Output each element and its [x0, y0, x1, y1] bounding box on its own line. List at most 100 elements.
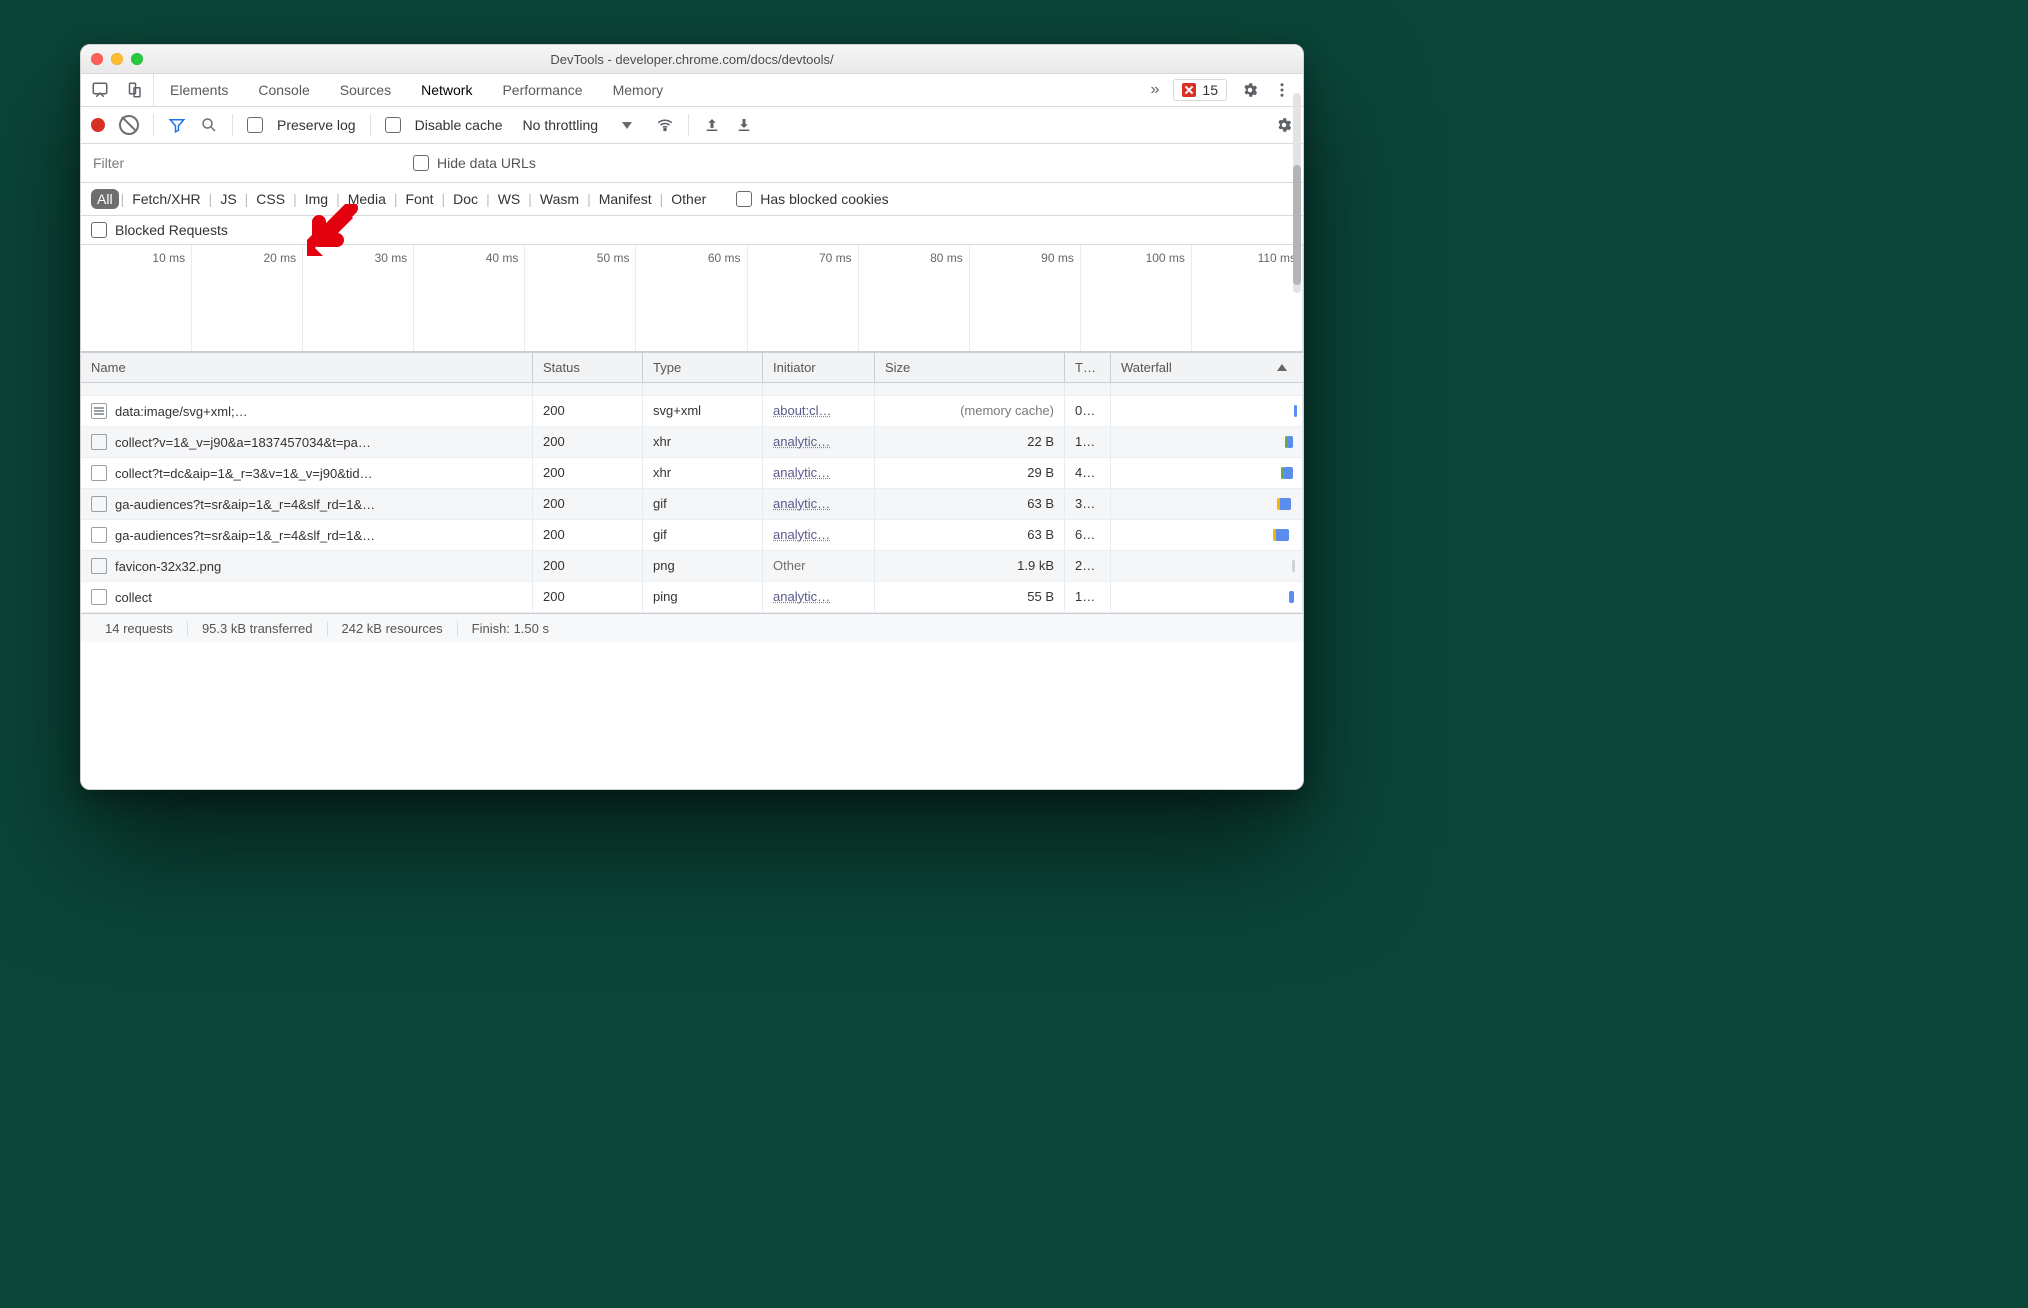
filter-input[interactable]	[91, 150, 355, 176]
table-row[interactable]: collect200pinganalytic…55 B1…	[81, 582, 1303, 613]
col-time[interactable]: T…	[1065, 353, 1111, 382]
table-row[interactable]: ga-audiences?t=sr&aip=1&_r=4&slf_rd=1&…2…	[81, 489, 1303, 520]
settings-gear-icon[interactable]	[1241, 81, 1259, 99]
has-blocked-cookies-label: Has blocked cookies	[760, 191, 888, 207]
has-blocked-cookies-checkbox[interactable]	[736, 191, 752, 207]
cell-time: 2…	[1065, 551, 1111, 581]
import-har-icon[interactable]	[703, 116, 721, 134]
table-row[interactable]: collect?t=dc&aip=1&_r=3&v=1&_v=j90&tid…2…	[81, 458, 1303, 489]
blocked-requests-bar: Blocked Requests	[81, 216, 1303, 245]
col-size[interactable]: Size	[875, 353, 1065, 382]
disable-cache-checkbox[interactable]	[385, 117, 401, 133]
type-chip-other[interactable]: Other	[665, 189, 712, 209]
type-filters: All|Fetch/XHR|JS|CSS|Img|Media|Font|Doc|…	[81, 183, 1303, 216]
col-waterfall[interactable]: Waterfall	[1111, 353, 1303, 382]
tab-performance[interactable]: Performance	[500, 76, 584, 104]
col-initiator[interactable]: Initiator	[763, 353, 875, 382]
col-name[interactable]: Name	[81, 353, 533, 382]
col-status[interactable]: Status	[533, 353, 643, 382]
tab-console[interactable]: Console	[256, 76, 311, 104]
hide-data-urls-checkbox[interactable]	[413, 155, 429, 171]
cell-size: 1.9 kB	[875, 551, 1065, 581]
cell-time: 4…	[1065, 458, 1111, 488]
cell-initiator[interactable]: analytic…	[773, 465, 830, 480]
cell-time: 6…	[1065, 520, 1111, 550]
tab-memory[interactable]: Memory	[611, 76, 666, 104]
cell-waterfall	[1111, 458, 1303, 488]
partial-row[interactable]	[81, 383, 1303, 396]
tick-label: 40 ms	[486, 251, 519, 265]
export-har-icon[interactable]	[735, 116, 753, 134]
tab-elements[interactable]: Elements	[168, 76, 230, 104]
scrollbar-thumb[interactable]	[1293, 165, 1301, 285]
table-row[interactable]: ga-audiences?t=sr&aip=1&_r=4&slf_rd=1&…2…	[81, 520, 1303, 551]
cell-waterfall	[1111, 396, 1303, 426]
network-toolbar: Preserve log Disable cache No throttling	[81, 107, 1303, 144]
status-resources: 242 kB resources	[328, 621, 458, 636]
cell-size: (memory cache)	[875, 396, 1065, 426]
filter-toggle-icon[interactable]	[168, 116, 186, 134]
throttling-select[interactable]: No throttling	[523, 117, 598, 133]
type-chip-fetch-xhr[interactable]: Fetch/XHR	[126, 189, 206, 209]
preserve-log-checkbox[interactable]	[247, 117, 263, 133]
record-button[interactable]	[91, 118, 105, 132]
cell-initiator[interactable]: analytic…	[773, 527, 830, 542]
inspect-icon[interactable]	[91, 81, 109, 99]
cell-time: 0…	[1065, 396, 1111, 426]
type-chip-font[interactable]: Font	[400, 189, 440, 209]
cell-initiator[interactable]: about:cl…	[773, 403, 832, 418]
close-icon[interactable]	[91, 53, 103, 65]
tick-label: 10 ms	[152, 251, 185, 265]
type-chip-manifest[interactable]: Manifest	[593, 189, 658, 209]
tick-label: 90 ms	[1041, 251, 1074, 265]
network-conditions-icon[interactable]	[656, 116, 674, 134]
col-type[interactable]: Type	[643, 353, 763, 382]
cell-type: png	[643, 551, 763, 581]
errors-count: 15	[1202, 82, 1218, 98]
cell-time: 1…	[1065, 427, 1111, 457]
type-chip-doc[interactable]: Doc	[447, 189, 484, 209]
cell-waterfall	[1111, 520, 1303, 550]
more-menu-icon[interactable]	[1273, 81, 1291, 99]
tab-network[interactable]: Network	[419, 76, 474, 104]
cell-size: 22 B	[875, 427, 1065, 457]
throttling-caret-icon[interactable]	[622, 122, 632, 129]
hide-data-urls-label: Hide data URLs	[437, 155, 536, 171]
tabs-overflow-icon[interactable]: »	[1151, 81, 1160, 99]
type-chip-media[interactable]: Media	[342, 189, 392, 209]
tab-sources[interactable]: Sources	[338, 76, 393, 104]
type-chip-js[interactable]: JS	[214, 189, 242, 209]
errors-badge[interactable]: 15	[1173, 79, 1227, 101]
cell-initiator[interactable]: analytic…	[773, 434, 830, 449]
type-chip-ws[interactable]: WS	[492, 189, 527, 209]
cell-initiator: Other	[773, 558, 806, 573]
table-row[interactable]: favicon-32x32.png200pngOther1.9 kB2…	[81, 551, 1303, 582]
cell-size: 29 B	[875, 458, 1065, 488]
file-icon	[91, 403, 107, 419]
type-chip-wasm[interactable]: Wasm	[534, 189, 585, 209]
disable-cache-label: Disable cache	[415, 117, 503, 133]
minimize-icon[interactable]	[111, 53, 123, 65]
cell-type: gif	[643, 520, 763, 550]
device-toggle-icon[interactable]	[125, 81, 143, 99]
cell-initiator[interactable]: analytic…	[773, 496, 830, 511]
network-settings-gear-icon[interactable]	[1275, 116, 1293, 134]
search-icon[interactable]	[200, 116, 218, 134]
cell-status: 200	[533, 551, 643, 581]
file-icon	[91, 434, 107, 450]
type-chip-all[interactable]: All	[91, 189, 119, 209]
table-row[interactable]: collect?v=1&_v=j90&a=1837457034&t=pa…200…	[81, 427, 1303, 458]
overview-timeline[interactable]: 10 ms20 ms30 ms40 ms50 ms60 ms70 ms80 ms…	[81, 245, 1303, 352]
file-icon	[91, 496, 107, 512]
type-chip-css[interactable]: CSS	[250, 189, 291, 209]
blocked-requests-label: Blocked Requests	[115, 222, 228, 238]
cell-initiator[interactable]: analytic…	[773, 589, 830, 604]
zoom-icon[interactable]	[131, 53, 143, 65]
table-row[interactable]: data:image/svg+xml;…200svg+xmlabout:cl…(…	[81, 396, 1303, 427]
blocked-requests-checkbox[interactable]	[91, 222, 107, 238]
type-chip-img[interactable]: Img	[299, 189, 334, 209]
cell-status: 200	[533, 489, 643, 519]
cell-size: 55 B	[875, 582, 1065, 612]
clear-button[interactable]	[119, 115, 139, 135]
titlebar: DevTools - developer.chrome.com/docs/dev…	[81, 45, 1303, 74]
